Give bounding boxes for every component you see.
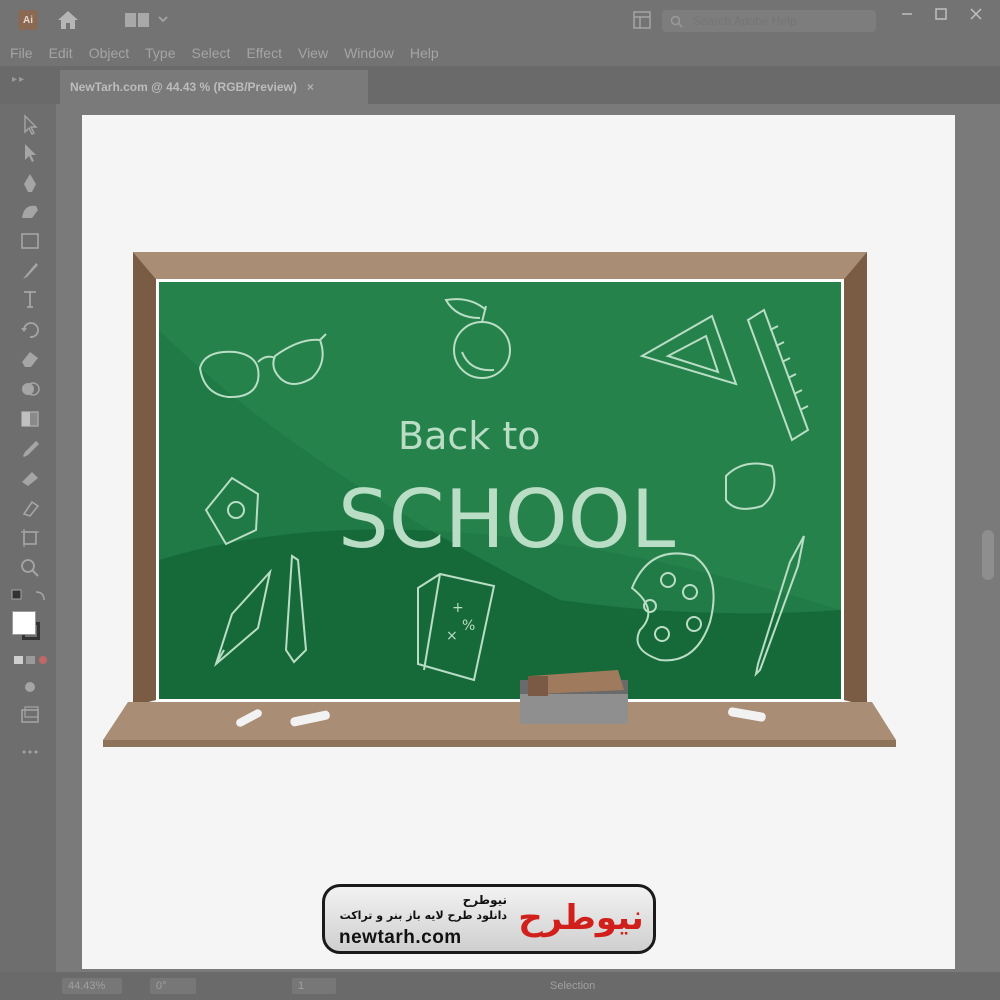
screen-mode-icon[interactable] <box>18 704 42 726</box>
current-tool-label: Selection <box>550 980 596 992</box>
document-tab[interactable]: NewTarh.com @ 44.43 % (RGB/Preview) × <box>60 70 368 104</box>
menu-bar: File Edit Object Type Select Effect View… <box>0 40 1000 66</box>
watermark-brand-fa: نیوطرح <box>462 893 507 907</box>
chevron-down-icon[interactable] <box>157 13 169 25</box>
home-icon[interactable] <box>56 9 80 31</box>
status-bar: 44.43% 0° 1 Selection <box>0 972 1000 1000</box>
minimize-icon[interactable] <box>896 6 918 22</box>
document-tab-title: NewTarh.com @ 44.43 % (RGB/Preview) <box>70 80 297 94</box>
pen-tool-icon[interactable] <box>18 172 42 194</box>
rotate-tool-icon[interactable] <box>18 318 42 340</box>
watermark-tagline-fa: دانلود طرح لایه باز بنر و تراکت <box>339 909 507 922</box>
menu-type[interactable]: Type <box>145 45 175 61</box>
search-box[interactable] <box>662 10 876 32</box>
menu-help[interactable]: Help <box>410 45 439 61</box>
zoom-level-field[interactable]: 44.43% <box>62 978 122 994</box>
draw-mode-icon[interactable] <box>18 676 42 698</box>
menu-window[interactable]: Window <box>344 45 394 61</box>
fill-color-swatch[interactable] <box>12 611 36 635</box>
rectangle-tool-icon[interactable] <box>18 230 42 252</box>
watermark-site: newtarh.com <box>339 927 462 948</box>
menu-edit[interactable]: Edit <box>49 45 73 61</box>
menu-view[interactable]: View <box>298 45 328 61</box>
blend-tool-icon[interactable] <box>18 466 42 488</box>
app-logo: Ai <box>18 10 38 30</box>
arrange-documents-icon[interactable] <box>632 10 652 30</box>
more-tools-icon[interactable] <box>20 748 40 756</box>
search-input[interactable] <box>691 13 865 29</box>
type-tool-icon[interactable] <box>18 288 42 310</box>
artboard[interactable] <box>82 115 955 969</box>
rotation-field[interactable]: 0° <box>150 978 196 994</box>
default-fill-stroke-icon[interactable] <box>10 588 50 604</box>
artboard-tool-icon[interactable] <box>18 526 42 548</box>
zoom-level: 44.43% <box>68 980 106 992</box>
panel-collapse-handle[interactable]: ▸▸ <box>12 74 26 85</box>
menu-file[interactable]: File <box>10 45 33 61</box>
gradient-tool-icon[interactable] <box>18 408 42 430</box>
watermark-logo-fa: نیوطرح <box>518 898 644 938</box>
menu-effect[interactable]: Effect <box>246 45 282 61</box>
color-mode-icons[interactable] <box>12 652 52 668</box>
artboard-navigation-field[interactable]: 1 <box>292 978 336 994</box>
current-tool-field[interactable]: Selection <box>544 978 624 994</box>
close-icon[interactable] <box>965 6 987 22</box>
direct-selection-tool-icon[interactable] <box>18 142 42 164</box>
artboard-number: 1 <box>298 980 305 992</box>
shape-builder-tool-icon[interactable] <box>18 378 42 400</box>
search-icon <box>670 15 683 28</box>
menu-object[interactable]: Object <box>89 45 129 61</box>
workspace-switcher-icon[interactable] <box>124 12 150 28</box>
menu-select[interactable]: Select <box>192 45 231 61</box>
paintbrush-tool-icon[interactable] <box>18 260 42 282</box>
eraser-tool-icon[interactable] <box>18 348 42 370</box>
rotation-value: 0° <box>156 980 167 992</box>
watermark-banner: نیوطرح دانلود طرح لایه باز بنر و تراکت n… <box>322 884 656 954</box>
selection-tool-icon[interactable] <box>18 114 42 136</box>
tab-close-button[interactable]: × <box>307 80 314 94</box>
zoom-tool-icon[interactable] <box>18 556 42 578</box>
eyedropper-tool-icon[interactable] <box>18 438 42 460</box>
symbol-sprayer-tool-icon[interactable] <box>18 496 42 518</box>
curvature-tool-icon[interactable] <box>18 200 42 222</box>
maximize-icon[interactable] <box>930 6 952 22</box>
vertical-scrollbar[interactable] <box>982 530 994 580</box>
